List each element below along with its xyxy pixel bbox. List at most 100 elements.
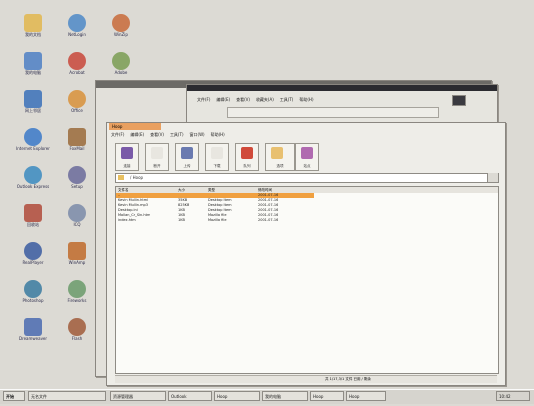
taskbar-button[interactable]: 我的电脑 xyxy=(262,391,308,401)
toolbar-button[interactable]: 选项 xyxy=(265,143,295,171)
computer-icon xyxy=(24,52,42,70)
desktop-icon-label: Acrobat xyxy=(69,70,85,75)
ftp-window[interactable]: Hoop 文件(F) 编辑(E) 查看(V) 工具(T) 窗口(W) 帮助(H) 连接 断开… xyxy=(106,122,506,386)
acrobat-icon xyxy=(68,52,86,70)
desktop-icon[interactable]: NetLogin xyxy=(60,14,94,50)
status-text: 共 1/17,3/1 文件 已用 / 剩余 xyxy=(325,377,371,381)
desktop-icon-label: 网上邻居 xyxy=(25,108,41,113)
desktop-icon[interactable]: Acrobat xyxy=(60,52,94,88)
desktop-icon[interactable]: 网上邻居 xyxy=(16,90,50,126)
file-size: 1KB xyxy=(178,218,185,222)
desktop-icon-label: WinAmp xyxy=(68,260,86,265)
desktop-icon-label: FoxMail xyxy=(69,146,85,151)
desktop-icon[interactable]: WinZip xyxy=(104,14,138,50)
desktop-icon[interactable]: Office xyxy=(60,90,94,126)
desktop-icon-label: Adobe xyxy=(114,70,128,75)
outlook-icon xyxy=(24,166,42,184)
file-type: Mozilla file xyxy=(208,218,227,222)
desktop-icon-label: Photoshop xyxy=(22,298,44,303)
taskbar-button[interactable]: 无名文件 xyxy=(28,391,106,401)
menu-item[interactable]: 工具(T) xyxy=(170,132,184,137)
desktop-icon[interactable]: WinAmp xyxy=(60,242,94,278)
menu-item[interactable]: 文件(F) xyxy=(111,132,124,137)
desktop-icon[interactable]: Setup xyxy=(60,166,94,202)
flash-icon xyxy=(68,318,86,336)
explorer-toolbar[interactable] xyxy=(227,107,439,118)
list-item[interactable]: index.htm 1KB Mozilla file 2001-07-16 xyxy=(116,218,314,223)
start-button[interactable]: 开始 xyxy=(3,391,25,401)
menu-item[interactable]: 窗口(W) xyxy=(190,132,205,137)
desktop-icon-label: Internet Explorer xyxy=(16,146,50,151)
address-dropdown-button[interactable] xyxy=(487,173,498,182)
upload-icon xyxy=(181,147,193,159)
ie-icon xyxy=(24,128,42,146)
site-icon xyxy=(301,147,313,159)
desktop-icon[interactable]: RealPlayer xyxy=(16,242,50,278)
list-rows: .. 2001-07-16 Kevin Mullin.html 35KB Desktop… xyxy=(116,193,498,253)
desktop-icon-label: 回收站 xyxy=(27,222,39,227)
desktop-icon[interactable]: Flash xyxy=(60,318,94,354)
taskbar-button[interactable]: Hoop xyxy=(346,391,386,401)
winamp-icon xyxy=(68,242,86,260)
menu-item[interactable]: 编辑(E) xyxy=(216,97,230,102)
menu-item[interactable]: 查看(V) xyxy=(236,97,250,102)
desktop-icon[interactable]: 我的电脑 xyxy=(16,52,50,88)
desktop-icon[interactable]: Outlook Express xyxy=(16,166,50,202)
options-icon xyxy=(271,147,283,159)
desktop-icon[interactable]: 我的文档 xyxy=(16,14,50,50)
toolbar-label: 站点 xyxy=(303,164,311,168)
desktop-icon[interactable]: ICQ xyxy=(60,204,94,240)
queue-icon xyxy=(241,147,253,159)
menu-item[interactable]: 工具(T) xyxy=(280,97,294,102)
toolbar-label: 队列 xyxy=(243,164,251,168)
file-name: index.htm xyxy=(118,218,136,222)
folder-icon xyxy=(24,14,42,32)
close-button[interactable] xyxy=(452,95,466,106)
desktop-icon[interactable]: FoxMail xyxy=(60,128,94,164)
file-date: 2001-07-16 xyxy=(258,218,279,222)
toolbar-button[interactable]: 下载 xyxy=(205,143,229,171)
recycle-bin-icon xyxy=(24,204,42,222)
menu-item[interactable]: 帮助(H) xyxy=(299,97,313,102)
setup-icon xyxy=(68,166,86,184)
toolbar-button[interactable]: 断开 xyxy=(145,143,169,171)
taskbar-button[interactable]: 资源管理器 xyxy=(110,391,166,401)
mail-icon xyxy=(68,128,86,146)
toolbar-button[interactable]: 站点 xyxy=(295,143,319,171)
menu-item[interactable]: 收藏夹(A) xyxy=(256,97,274,102)
icq-icon xyxy=(68,204,86,222)
address-bar[interactable]: / Hoop xyxy=(115,173,499,183)
office-icon xyxy=(68,90,86,108)
menu-item[interactable]: 文件(F) xyxy=(197,97,210,102)
toolbar-button[interactable]: 队列 xyxy=(235,143,259,171)
toolbar-button[interactable]: 上传 xyxy=(175,143,199,171)
desktop-icon-label: Fireworks xyxy=(67,298,87,303)
menu-item[interactable]: 编辑(E) xyxy=(130,132,144,137)
ftp-toolbar: 连接 断开 上传 下载 队列 选项 站点 xyxy=(111,141,331,171)
desktop-icon[interactable]: Internet Explorer xyxy=(16,128,50,164)
toolbar-button[interactable]: 连接 xyxy=(115,143,139,171)
connect-icon xyxy=(121,147,133,159)
desktop-icon[interactable]: Dreamweaver xyxy=(16,318,50,354)
menu-item[interactable]: 查看(V) xyxy=(150,132,164,137)
file-list[interactable]: 文件名 大小 类型 修改时间 .. 2001-07-16 Kevin Mullin.htm… xyxy=(115,186,499,374)
desktop-icon[interactable]: Photoshop xyxy=(16,280,50,316)
desktop-icon-label: WinZip xyxy=(114,32,128,37)
taskbar-button[interactable]: Outlook xyxy=(168,391,212,401)
desktop-icon[interactable]: 回收站 xyxy=(16,204,50,240)
desktop-icon-label: Setup xyxy=(71,184,83,189)
toolbar-label: 连接 xyxy=(123,164,131,168)
taskbar-button[interactable]: Hoop xyxy=(214,391,260,401)
app-icon xyxy=(112,52,130,70)
folder-icon xyxy=(118,175,124,180)
toolbar-label: 下载 xyxy=(213,164,221,168)
taskbar-button[interactable]: Hoop xyxy=(310,391,344,401)
desktop-icon-label: Dreamweaver xyxy=(18,336,48,341)
desktop-icon-label: Flash xyxy=(71,336,83,341)
fireworks-icon xyxy=(68,280,86,298)
tab-hoop[interactable]: Hoop xyxy=(109,123,161,130)
desktop-icon[interactable]: Fireworks xyxy=(60,280,94,316)
menu-item[interactable]: 帮助(H) xyxy=(211,132,225,137)
ftp-menu-bar: 文件(F) 编辑(E) 查看(V) 工具(T) 窗口(W) 帮助(H) xyxy=(111,132,231,138)
explorer-title-bar[interactable] xyxy=(187,85,497,91)
